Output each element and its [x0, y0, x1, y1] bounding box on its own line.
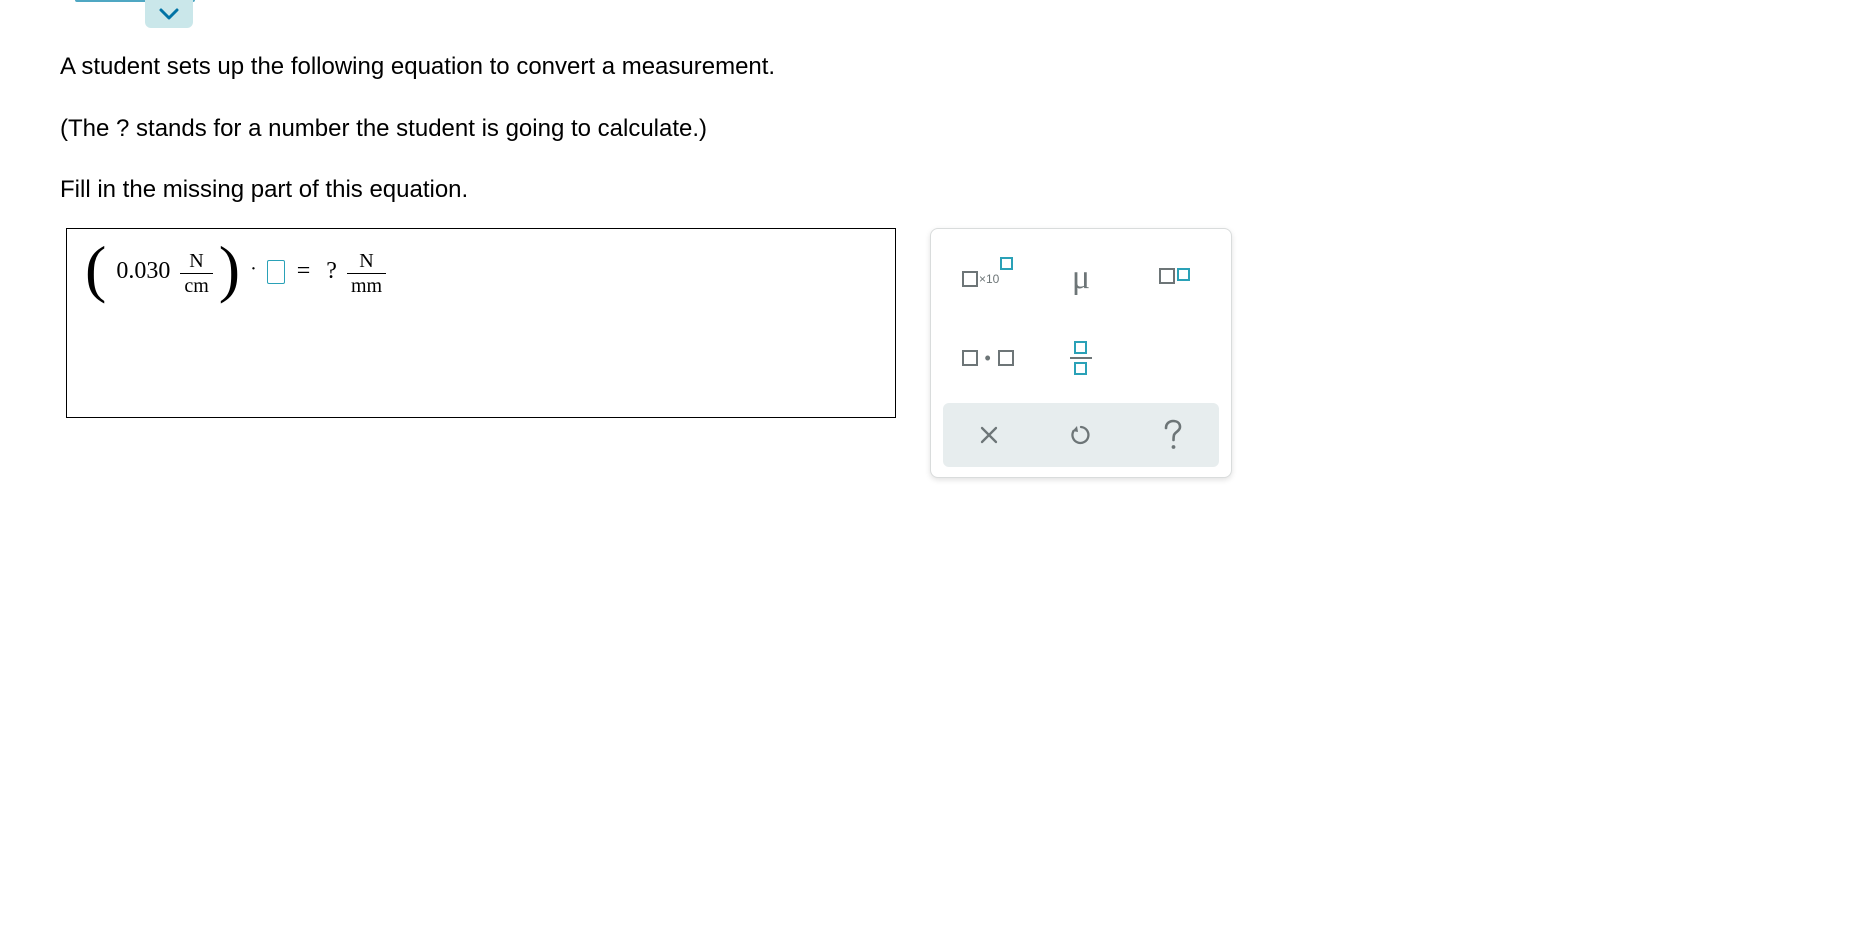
placeholder-box-icon	[962, 271, 978, 287]
question-mark-icon	[1160, 418, 1186, 452]
question-prompt: A student sets up the following equation…	[60, 50, 775, 235]
clear-button[interactable]	[949, 410, 1029, 460]
micro-symbol-button[interactable]: μ	[1039, 249, 1123, 307]
base-placeholder-icon	[1159, 268, 1175, 284]
collapse-toggle[interactable]	[145, 0, 193, 28]
fraction-denominator-icon	[1074, 362, 1087, 375]
mu-icon: μ	[1072, 259, 1090, 297]
superscript-placeholder-icon	[1177, 268, 1190, 281]
close-icon	[977, 423, 1001, 447]
equals-sign: =	[291, 258, 317, 285]
superscript-button[interactable]	[1132, 249, 1216, 307]
fraction-numerator-icon	[1074, 341, 1087, 354]
prompt-line-1: A student sets up the following equation…	[60, 50, 775, 84]
tool-row-2: •	[941, 323, 1221, 393]
fraction-button[interactable]	[1039, 329, 1123, 387]
operand-right-icon	[998, 350, 1014, 366]
operand-left-icon	[962, 350, 978, 366]
prompt-line-3: Fill in the missing part of this equatio…	[60, 173, 775, 207]
left-fraction: N cm	[180, 251, 212, 296]
scientific-notation-button[interactable]: ×10	[946, 249, 1030, 307]
help-button[interactable]	[1133, 410, 1213, 460]
dot-operator-icon: •	[985, 348, 991, 369]
action-row	[943, 403, 1219, 467]
answer-input-placeholder[interactable]	[267, 260, 285, 284]
right-fraction-numerator: N	[355, 251, 377, 273]
answer-area[interactable]: ( 0.030 N cm ) · = ? N mm	[66, 228, 896, 418]
fraction-bar-icon	[1070, 357, 1092, 359]
left-fraction-numerator: N	[185, 251, 207, 273]
right-fraction-denominator: mm	[347, 273, 386, 296]
undo-icon	[1068, 422, 1094, 448]
coefficient-value: 0.030	[112, 258, 174, 285]
equation-display: ( 0.030 N cm ) · = ? N mm	[85, 249, 877, 294]
chevron-down-icon	[158, 7, 180, 21]
right-fraction: N mm	[347, 251, 386, 296]
exponent-placeholder-icon	[1000, 257, 1013, 270]
multiplication-button[interactable]: •	[946, 329, 1030, 387]
right-paren-icon: )	[219, 250, 240, 288]
multiply-dot: ·	[246, 258, 261, 281]
tool-row-1: ×10 μ	[941, 243, 1221, 313]
result-question-mark: ?	[322, 258, 341, 285]
times-ten-label: ×10	[979, 272, 999, 286]
prompt-line-2: (The ? stands for a number the student i…	[60, 112, 775, 146]
left-paren-icon: (	[85, 250, 106, 288]
math-toolbox: ×10 μ •	[930, 228, 1232, 478]
left-fraction-denominator: cm	[180, 273, 212, 296]
reset-button[interactable]	[1041, 410, 1121, 460]
